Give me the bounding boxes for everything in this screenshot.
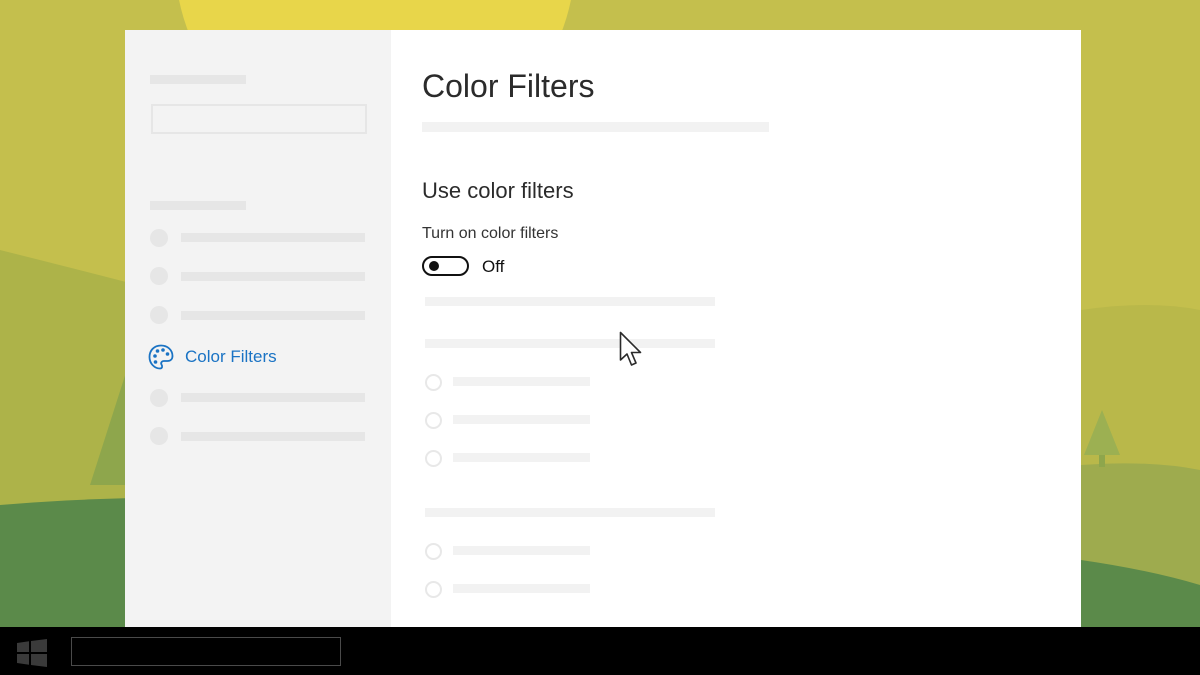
sidebar: Color Filters	[125, 30, 391, 627]
toggle-knob	[429, 261, 439, 271]
sidebar-item-icon-placeholder	[150, 267, 168, 285]
radio-button[interactable]	[425, 412, 442, 429]
radio-label-placeholder	[453, 453, 590, 462]
page-title: Color Filters	[422, 68, 595, 104]
radio-button[interactable]	[425, 543, 442, 560]
radio-button[interactable]	[425, 581, 442, 598]
sidebar-item-placeholder[interactable]	[181, 432, 365, 441]
toggle-state-text: Off	[482, 257, 505, 276]
settings-window: Color Filters Color Filters Use color fi…	[125, 30, 1081, 627]
sidebar-header-placeholder	[150, 75, 246, 84]
sidebar-item-icon-placeholder	[150, 229, 168, 247]
radio-button[interactable]	[425, 450, 442, 467]
radio-label-placeholder	[453, 584, 590, 593]
sidebar-item-placeholder[interactable]	[181, 311, 365, 320]
sidebar-item-icon-placeholder	[150, 306, 168, 324]
radio-button[interactable]	[425, 374, 442, 391]
color-filters-toggle[interactable]	[422, 256, 469, 276]
taskbar-search-box[interactable]	[71, 637, 341, 666]
palette-icon	[148, 344, 174, 370]
sidebar-search-input[interactable]	[151, 104, 367, 134]
sidebar-item-label: Color Filters	[185, 347, 277, 366]
mouse-cursor-icon	[619, 331, 642, 366]
sidebar-group-heading-placeholder	[150, 201, 246, 210]
setting-placeholder	[425, 508, 715, 517]
windows-logo-icon[interactable]	[16, 639, 48, 667]
taskbar	[0, 627, 1200, 675]
sidebar-item-placeholder[interactable]	[181, 393, 365, 402]
radio-label-placeholder	[453, 546, 590, 555]
main-content: Color Filters Use color filters Turn on …	[422, 30, 1062, 627]
section-title: Use color filters	[422, 178, 574, 203]
radio-label-placeholder	[453, 377, 590, 386]
page-description-placeholder	[422, 122, 769, 132]
sidebar-item-color-filters[interactable]: Color Filters	[147, 342, 277, 372]
setting-placeholder	[425, 297, 715, 306]
setting-placeholder	[425, 339, 715, 348]
radio-label-placeholder	[453, 415, 590, 424]
sidebar-item-placeholder[interactable]	[181, 272, 365, 281]
sidebar-item-icon-placeholder	[150, 427, 168, 445]
sidebar-item-icon-placeholder	[150, 389, 168, 407]
toggle-label: Turn on color filters	[422, 225, 559, 242]
sidebar-item-placeholder[interactable]	[181, 233, 365, 242]
